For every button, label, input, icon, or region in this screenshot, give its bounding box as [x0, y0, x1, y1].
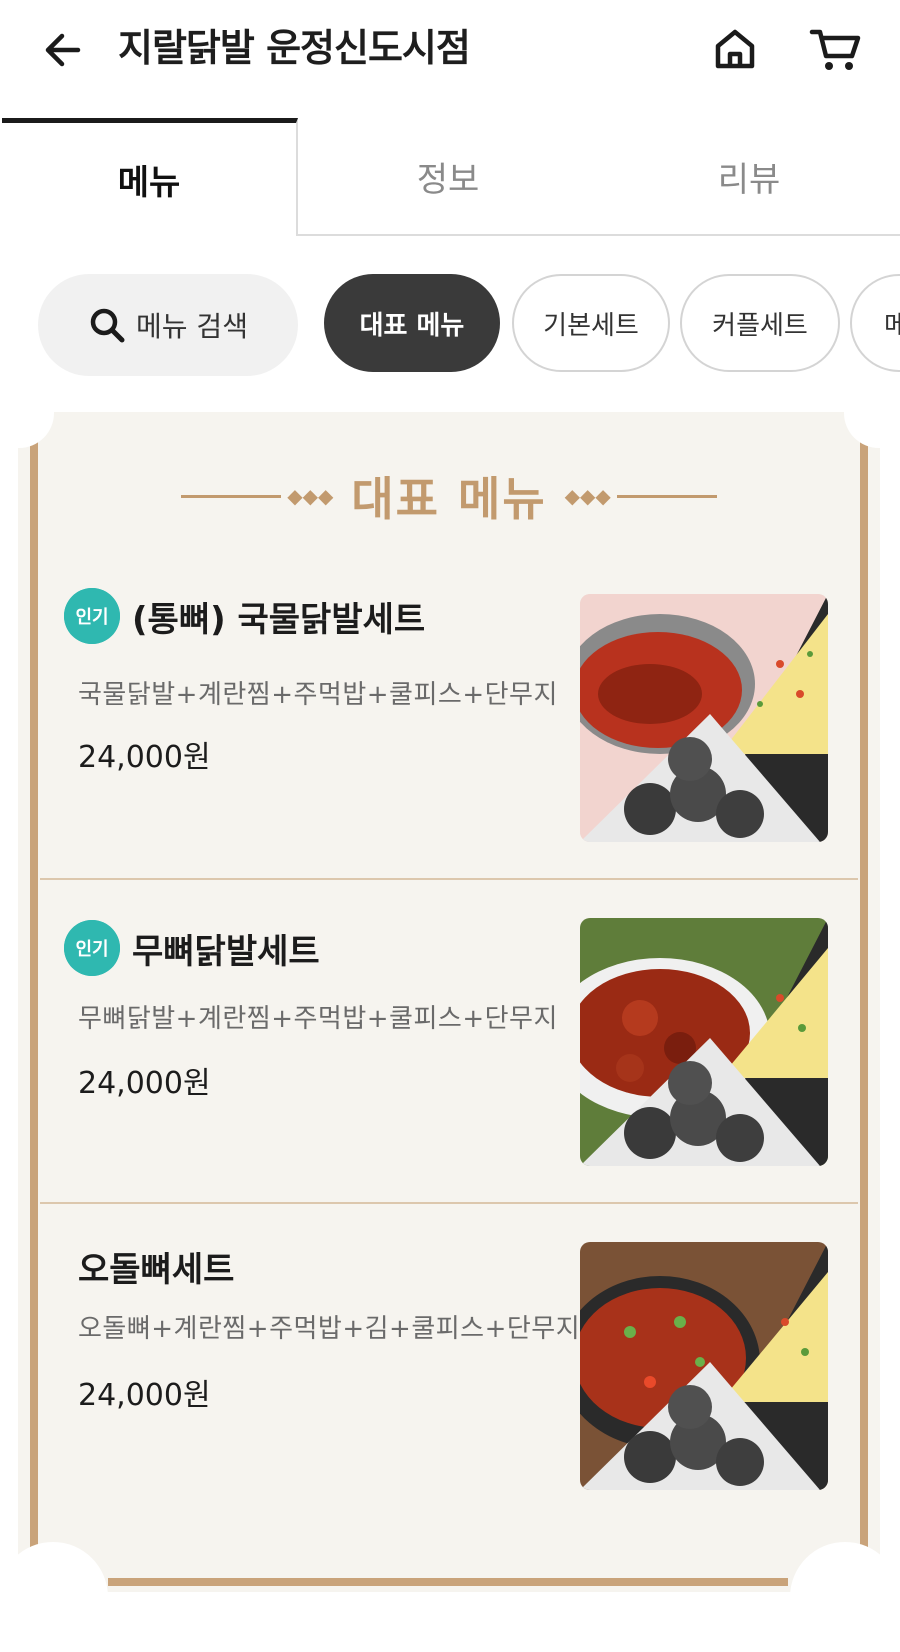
menu-item-description: 오돌뼈+계란찜+주먹밥+김+쿨피스+단무지	[78, 1314, 581, 1344]
category-chip-couple-set[interactable]: 커플세트	[680, 274, 840, 372]
popular-badge: 인기	[64, 588, 120, 644]
tab-info[interactable]: 정보	[298, 118, 598, 236]
board-title: ◆◆◆ 대표 메뉴 ◆◆◆	[40, 466, 858, 526]
menu-item[interactable]: 인기 (통뼈) 국물닭발세트 국물닭발+계란찜+주먹밥+쿨피스+단무지 24,0…	[40, 558, 858, 880]
signature-menu-board: ◆◆◆ 대표 메뉴 ◆◆◆ 인기 (통뼈) 국물닭발세트 국물닭발+계란찜+주먹…	[0, 378, 900, 1652]
back-button[interactable]	[34, 22, 90, 78]
menu-item-name-row: 오돌뼈세트	[78, 1242, 234, 1291]
board-content: ◆◆◆ 대표 메뉴 ◆◆◆ 인기 (통뼈) 국물닭발세트 국물닭발+계란찜+주먹…	[40, 412, 858, 1592]
menu-item-name-row: 인기 (통뼈) 국물닭발세트	[64, 588, 425, 644]
back-arrow-icon	[45, 33, 81, 67]
popular-badge: 인기	[64, 920, 120, 976]
menu-item-name: 무뼈닭발세트	[132, 931, 320, 972]
cart-icon	[809, 29, 861, 70]
menu-item-description: 무뼈닭발+계란찜+주먹밥+쿨피스+단무지	[78, 1004, 558, 1034]
tab-menu[interactable]: 메뉴	[2, 118, 298, 236]
tab-bar: 메뉴 정보 리뷰	[0, 118, 900, 238]
store-title: 지랄닭발 운정신도시점	[118, 26, 471, 70]
category-chip-signature[interactable]: 대표 메뉴	[324, 274, 500, 372]
menu-item-price: 24,000원	[78, 1378, 211, 1413]
category-chip-basic-set[interactable]: 기본세트	[512, 274, 670, 372]
food-photo-image	[580, 594, 828, 842]
home-icon	[715, 29, 755, 69]
menu-item[interactable]: 인기 무뼈닭발세트 무뼈닭발+계란찜+주먹밥+쿨피스+단무지 24,000원	[40, 880, 858, 1204]
category-chip-row: 메뉴 검색 대표 메뉴 기본세트 커플세트 메	[0, 272, 900, 376]
menu-item-price: 24,000원	[78, 1066, 211, 1101]
menu-item-price: 24,000원	[78, 740, 211, 775]
tab-review[interactable]: 리뷰	[598, 118, 900, 236]
menu-search-button[interactable]: 메뉴 검색	[38, 274, 298, 376]
menu-item-name-row: 인기 무뼈닭발세트	[64, 920, 320, 976]
food-photo-image	[580, 1242, 828, 1490]
menu-item-photo[interactable]	[580, 918, 828, 1166]
menu-item-photo[interactable]	[580, 1242, 828, 1490]
search-icon	[90, 308, 125, 343]
app-header: 지랄닭발 운정신도시점	[0, 0, 900, 100]
category-chip-more[interactable]: 메	[850, 274, 900, 372]
cart-button[interactable]	[804, 20, 866, 78]
menu-search-label: 메뉴 검색	[136, 310, 248, 343]
menu-item-photo[interactable]	[580, 594, 828, 842]
menu-item-name: 오돌뼈세트	[78, 1250, 235, 1290]
menu-item-description: 국물닭발+계란찜+주먹밥+쿨피스+단무지	[78, 680, 558, 710]
ornament-right: ◆◆◆	[565, 484, 717, 508]
board-title-text: 대표 메뉴	[351, 472, 547, 526]
board-frame-right	[860, 434, 868, 1554]
menu-item[interactable]: 오돌뼈세트 오돌뼈+계란찜+주먹밥+김+쿨피스+단무지 24,000원	[40, 1204, 858, 1524]
menu-item-name: (통뼈) 국물닭발세트	[132, 599, 426, 640]
ornament-left: ◆◆◆	[181, 484, 333, 508]
food-photo-image	[580, 918, 828, 1166]
board-frame-left	[30, 434, 38, 1554]
home-button[interactable]	[706, 20, 764, 78]
